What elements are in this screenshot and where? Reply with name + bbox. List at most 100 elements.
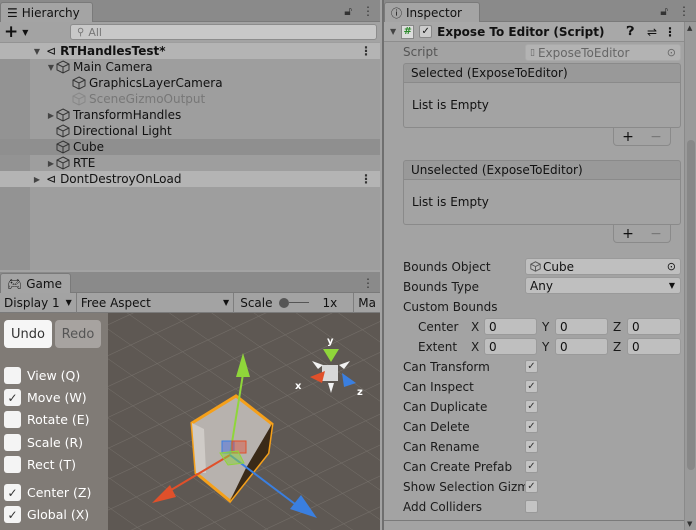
tool-label: Rect (T) — [27, 457, 76, 472]
tool-rotate-toggle[interactable]: Rotate (E) — [4, 411, 90, 428]
component-enabled-checkbox[interactable]: ✓ — [419, 25, 433, 38]
help-icon[interactable]: ❓︎ — [627, 24, 634, 39]
tab-game[interactable]: 🎮︎ Game — [0, 273, 71, 293]
add-element-button[interactable]: + — [622, 129, 634, 145]
bounds-object-field[interactable]: Cube ⊙ — [525, 258, 681, 275]
search-input[interactable]: ⚲ All — [70, 24, 377, 40]
add-element-button[interactable]: + — [622, 226, 634, 242]
more-menu-icon[interactable]: ⋮ — [678, 4, 690, 19]
tab-label: Inspector — [406, 5, 462, 20]
tool-rect-toggle[interactable]: Rect (T) — [4, 456, 76, 473]
center-y-field[interactable]: 0 — [555, 318, 608, 335]
can-duplicate-checkbox[interactable]: ✓ — [525, 400, 538, 413]
scrollbar[interactable]: ▲ ▼ — [684, 22, 696, 530]
expand-arrow-icon[interactable]: ▼ — [46, 63, 56, 72]
space-global-toggle[interactable]: ✓ Global (X) — [4, 506, 89, 523]
aspect-value: Free Aspect — [80, 295, 151, 310]
axis-x-label: X — [471, 340, 480, 354]
foldout-arrow-icon[interactable]: ▼ — [390, 27, 396, 36]
unselected-list-header[interactable]: Unselected (ExposeToEditor) — [403, 160, 681, 180]
object-picker-icon[interactable]: ⊙ — [667, 260, 676, 273]
can-create-prefab-checkbox[interactable]: ✓ — [525, 460, 538, 473]
lock-icon[interactable]: 🔓︎ — [344, 4, 352, 19]
show-selection-gizmo-checkbox[interactable]: ✓ — [525, 480, 538, 493]
more-menu-icon[interactable]: ⋮ — [664, 25, 676, 39]
checkbox-checked[interactable]: ✓ — [4, 389, 21, 406]
tree-item[interactable]: SceneGizmoOutput — [0, 91, 380, 107]
redo-button[interactable]: Redo — [55, 320, 101, 348]
bounds-type-dropdown[interactable]: Any ▼ — [525, 277, 681, 294]
extent-y-field[interactable]: 0 — [555, 338, 608, 355]
axis-y-label: Y — [542, 340, 550, 354]
can-rename-checkbox[interactable]: ✓ — [525, 440, 538, 453]
game-viewport[interactable]: y x z Undo Redo View (Q) ✓ Move (W) Rotat… — [0, 313, 380, 530]
can-transform-checkbox[interactable]: ✓ — [525, 360, 538, 373]
remove-element-button[interactable]: − — [650, 226, 662, 242]
chevron-down-icon[interactable]: ▼ — [22, 28, 28, 37]
gameobject-icon — [56, 124, 70, 138]
scale-value: 1x — [322, 295, 338, 310]
tool-scale-toggle[interactable]: Scale (R) — [4, 434, 83, 451]
gameobject-icon — [56, 108, 70, 122]
tree-item[interactable]: GraphicsLayerCamera — [0, 75, 380, 91]
selected-list-header[interactable]: Selected (ExposeToEditor) — [403, 63, 681, 83]
tool-label: Rotate (E) — [27, 412, 90, 427]
expand-arrow-icon[interactable]: ▼ — [32, 47, 42, 56]
slider-handle[interactable] — [278, 297, 309, 308]
field-value: 0 — [560, 319, 568, 334]
scroll-down-icon[interactable]: ▼ — [687, 520, 692, 528]
center-z-field[interactable]: 0 — [627, 318, 681, 335]
tool-move-toggle[interactable]: ✓ Move (W) — [4, 389, 87, 406]
extent-x-field[interactable]: 0 — [484, 338, 537, 355]
tree-item[interactable]: Directional Light — [0, 123, 380, 139]
tree-item-scene[interactable]: ▼ ⊲ RTHandlesTest* ⋮ — [0, 43, 380, 59]
checkbox[interactable] — [4, 434, 21, 451]
more-menu-icon[interactable]: ⋮ — [362, 4, 374, 19]
chevron-down-icon: ▼ — [668, 281, 675, 290]
scrollbar-thumb[interactable] — [687, 140, 695, 470]
more-menu-icon[interactable]: ⋮ — [360, 172, 372, 186]
add-button[interactable]: + — [4, 22, 18, 42]
can-inspect-checkbox[interactable]: ✓ — [525, 380, 538, 393]
lock-icon[interactable]: 🔓︎ — [660, 4, 668, 19]
add-colliders-checkbox[interactable] — [525, 500, 538, 513]
tree-item[interactable]: ▼ Main Camera — [0, 59, 380, 75]
tree-item-selected[interactable]: Cube — [0, 139, 380, 155]
checkbox-checked[interactable]: ✓ — [4, 484, 21, 501]
extent-z-field[interactable]: 0 — [627, 338, 681, 355]
display-dropdown[interactable]: Display 1 ▼ — [0, 292, 77, 313]
checkbox-checked[interactable]: ✓ — [4, 506, 21, 523]
tree-item[interactable]: ▶ RTE — [0, 155, 380, 171]
pivot-center-toggle[interactable]: ✓ Center (Z) — [4, 484, 91, 501]
expand-arrow-icon[interactable]: ▶ — [32, 175, 42, 184]
scroll-up-icon[interactable]: ▲ — [687, 24, 692, 32]
expand-arrow-icon[interactable]: ▶ — [46, 111, 56, 120]
remove-element-button[interactable]: − — [650, 129, 662, 145]
checkbox[interactable] — [4, 367, 21, 384]
checkbox[interactable] — [4, 411, 21, 428]
tool-label: Scale (R) — [27, 435, 84, 450]
script-field[interactable]: ▯ ExposeToEditor ⊙ — [525, 44, 681, 61]
field-value: 0 — [632, 339, 640, 354]
game-toolbar: Display 1 ▼ Free Aspect ▼ Scale 1x Ma — [0, 292, 380, 313]
presets-icon[interactable]: ⇌ — [647, 25, 657, 39]
aspect-dropdown[interactable]: Free Aspect ▼ — [77, 292, 235, 313]
tab-inspector[interactable]: ⓘ Inspector — [384, 2, 480, 22]
tools-pane: Undo Redo View (Q) ✓ Move (W) Rotate (E) … — [0, 313, 108, 530]
maximize-toggle[interactable]: Ma — [354, 293, 380, 313]
expand-arrow-icon[interactable]: ▶ — [46, 159, 56, 168]
center-x-field[interactable]: 0 — [484, 318, 537, 335]
gameobject-icon — [56, 140, 70, 154]
more-menu-icon[interactable]: ⋮ — [360, 44, 372, 58]
tool-view-toggle[interactable]: View (Q) — [4, 367, 80, 384]
checkbox[interactable] — [4, 456, 21, 473]
can-delete-checkbox[interactable]: ✓ — [525, 420, 538, 433]
more-menu-icon[interactable]: ⋮ — [362, 276, 374, 290]
tree-item-scene[interactable]: ▶ ⊲ DontDestroyOnLoad ⋮ — [0, 171, 380, 187]
object-picker-icon[interactable]: ⊙ — [667, 46, 676, 59]
scale-slider[interactable]: Scale 1x — [234, 292, 355, 313]
component-header[interactable]: ▼ # ✓ Expose To Editor (Script) ❓︎ ⇌ ⋮ — [384, 22, 684, 42]
tree-item[interactable]: ▶ TransformHandles — [0, 107, 380, 123]
undo-button[interactable]: Undo — [4, 320, 52, 348]
tab-hierarchy[interactable]: ☰ Hierarchy — [0, 2, 93, 22]
